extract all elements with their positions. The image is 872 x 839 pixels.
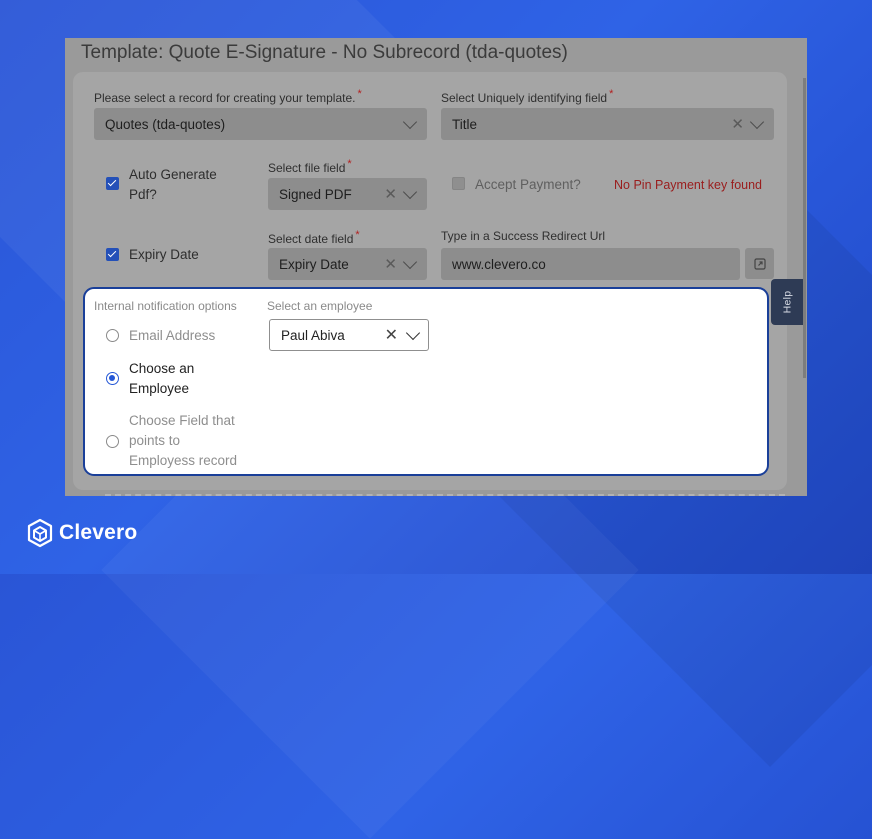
- radio-choose-employee[interactable]: [106, 372, 119, 385]
- redirect-value: www.clevero.co: [452, 256, 546, 272]
- employee-label: Select an employee: [267, 299, 373, 313]
- chevron-down-icon[interactable]: [749, 114, 765, 129]
- clevero-logo-icon: [27, 518, 53, 548]
- brand-logo: Clevero: [27, 518, 137, 548]
- auto-pdf-label: Auto Generate Pdf?: [129, 167, 217, 202]
- help-tab[interactable]: Help: [771, 279, 803, 325]
- file-field-value: Signed PDF: [279, 186, 352, 202]
- divider: [105, 494, 785, 496]
- radio-choose-field-label: Choose Field that points to Employess re…: [129, 413, 238, 468]
- file-field-label: Select file field *: [268, 158, 352, 175]
- redirect-input[interactable]: www.clevero.co: [441, 248, 740, 280]
- employee-select-value: Paul Abiva: [281, 327, 345, 343]
- radio-choose-employee-label: Choose an Employee: [129, 361, 195, 396]
- help-tab-label: Help: [780, 290, 793, 314]
- radio-choose-field[interactable]: [106, 435, 119, 448]
- date-field-value: Expiry Date: [279, 256, 349, 272]
- auto-pdf-checkbox[interactable]: [106, 177, 119, 190]
- record-select[interactable]: Quotes (tda-quotes): [94, 108, 427, 140]
- clear-icon[interactable]: ✕: [384, 185, 397, 203]
- file-field-select[interactable]: Signed PDF ✕: [268, 178, 427, 210]
- date-field-label: Select date field *: [268, 229, 360, 246]
- chevron-down-icon[interactable]: [402, 184, 418, 199]
- redirect-label: Type in a Success Redirect Url: [441, 229, 606, 243]
- expiry-checkbox[interactable]: [106, 248, 119, 261]
- notification-label: Internal notification options: [94, 299, 237, 313]
- chevron-down-icon[interactable]: [402, 254, 418, 269]
- unique-field-value: Title: [452, 116, 478, 132]
- clear-icon[interactable]: ✕: [384, 255, 397, 273]
- accept-payment-label: Accept Payment?: [475, 177, 581, 192]
- employee-select[interactable]: Paul Abiva ✕: [269, 319, 429, 351]
- clear-icon[interactable]: ✕: [731, 115, 744, 133]
- record-select-value: Quotes (tda-quotes): [105, 116, 226, 132]
- chevron-down-icon[interactable]: [405, 325, 421, 340]
- brand-name: Clevero: [59, 521, 138, 544]
- clear-icon[interactable]: ✕: [385, 325, 398, 345]
- expiry-label: Expiry Date: [129, 247, 199, 262]
- date-field-select[interactable]: Expiry Date ✕: [268, 248, 427, 280]
- unique-field-select[interactable]: Title ✕: [441, 108, 774, 140]
- open-link-button[interactable]: [745, 248, 774, 279]
- scrollbar[interactable]: [803, 78, 806, 378]
- unique-field-label: Select Uniquely identifying field *: [441, 88, 614, 105]
- radio-email-address[interactable]: [106, 329, 119, 342]
- page-title: Template: Quote E-Signature - No Subreco…: [81, 42, 568, 63]
- notification-panel: Internal notification options Select an …: [83, 287, 769, 476]
- external-link-icon: [753, 257, 766, 270]
- radio-email-address-label: Email Address: [129, 328, 216, 343]
- chevron-down-icon[interactable]: [402, 114, 418, 129]
- accept-payment-checkbox[interactable]: [452, 177, 465, 190]
- payment-warning: No Pin Payment key found: [614, 178, 762, 192]
- record-select-label: Please select a record for creating your…: [94, 88, 362, 105]
